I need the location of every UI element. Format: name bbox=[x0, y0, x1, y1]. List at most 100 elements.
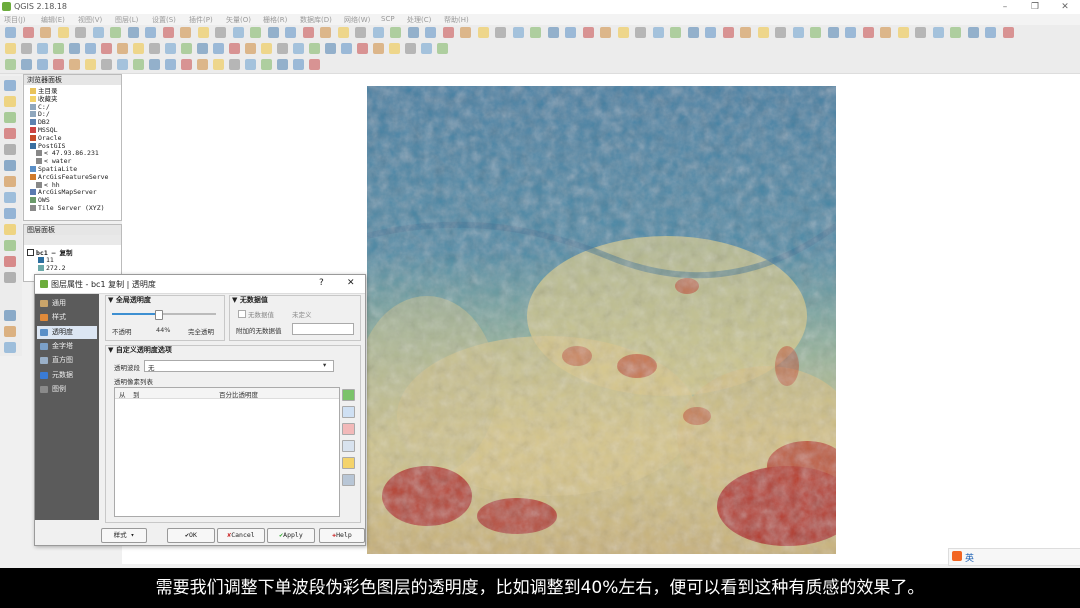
col-percent[interactable]: 百分比透明度 bbox=[219, 389, 258, 399]
toolbar-tool-icon[interactable] bbox=[425, 27, 436, 38]
toolbar-tool-icon[interactable] bbox=[950, 27, 961, 38]
import-file-icon[interactable] bbox=[342, 457, 355, 469]
toolbar-tool-icon[interactable] bbox=[165, 59, 176, 70]
toolbar-tool-icon[interactable] bbox=[117, 43, 128, 54]
toolbar-tool-icon[interactable] bbox=[277, 59, 288, 70]
add-layer-tool-icon[interactable] bbox=[4, 160, 16, 171]
toolbar-tool-icon[interactable] bbox=[69, 59, 80, 70]
toolbar-tool-icon[interactable] bbox=[197, 43, 208, 54]
toolbar-tool-icon[interactable] bbox=[5, 43, 16, 54]
add-layer-tool-icon[interactable] bbox=[4, 256, 16, 267]
cancel-button[interactable]: ✘Cancel bbox=[217, 528, 265, 543]
extra-nodata-input[interactable] bbox=[292, 323, 354, 335]
toolbar-tool-icon[interactable] bbox=[932, 27, 944, 38]
toolbar-tool-icon[interactable] bbox=[285, 27, 296, 38]
toolbar-tool-icon[interactable] bbox=[293, 43, 304, 54]
toolbar-tool-icon[interactable] bbox=[530, 27, 541, 38]
nodata-checkbox[interactable] bbox=[238, 310, 246, 318]
toolbar-tool-icon[interactable] bbox=[293, 59, 304, 70]
toolbar-tool-icon[interactable] bbox=[897, 27, 909, 38]
toolbar-tool-icon[interactable] bbox=[985, 27, 996, 38]
toolbar-tool-icon[interactable] bbox=[197, 27, 209, 38]
help-icon[interactable]: ? bbox=[319, 278, 324, 288]
toolbar-tool-icon[interactable] bbox=[5, 59, 16, 70]
add-value-icon[interactable] bbox=[342, 389, 355, 401]
toolbar-tool-icon[interactable] bbox=[229, 43, 240, 54]
add-layer-tool-icon[interactable] bbox=[4, 310, 16, 321]
menu-item[interactable]: 矢量(O) bbox=[226, 15, 251, 25]
toolbar-tool-icon[interactable] bbox=[460, 27, 471, 38]
toolbar-tool-icon[interactable] bbox=[373, 43, 384, 54]
close-icon[interactable]: ✕ bbox=[347, 278, 355, 288]
add-layer-tool-icon[interactable] bbox=[4, 96, 16, 107]
toolbar-tool-icon[interactable] bbox=[827, 27, 839, 38]
toolbar-tool-icon[interactable] bbox=[267, 27, 279, 38]
default-values-icon[interactable] bbox=[342, 440, 355, 452]
toolbar-tool-icon[interactable] bbox=[565, 27, 576, 38]
col-from[interactable]: 从 bbox=[119, 389, 126, 399]
toolbar-tool-icon[interactable] bbox=[512, 27, 524, 38]
toolbar-tool-icon[interactable] bbox=[722, 27, 734, 38]
toolbar-tool-icon[interactable] bbox=[180, 27, 191, 38]
transparent-pixel-table[interactable]: 从 到 百分比透明度 bbox=[114, 387, 340, 517]
toolbar-tool-icon[interactable] bbox=[110, 27, 121, 38]
browser-item[interactable]: ArcGisFeatureServe bbox=[30, 173, 108, 181]
toolbar-tool-icon[interactable] bbox=[617, 27, 629, 38]
help-button[interactable]: ✚Help bbox=[319, 528, 365, 543]
menu-item[interactable]: 数据库(D) bbox=[300, 15, 332, 25]
toolbar-tool-icon[interactable] bbox=[101, 43, 112, 54]
add-layer-tool-icon[interactable] bbox=[4, 128, 16, 139]
menu-item[interactable]: 图层(L) bbox=[115, 15, 138, 25]
toolbar-tool-icon[interactable] bbox=[40, 27, 51, 38]
toolbar-tool-icon[interactable] bbox=[390, 27, 401, 38]
remove-value-icon[interactable] bbox=[342, 423, 355, 435]
toolbar-tool-icon[interactable] bbox=[133, 59, 144, 70]
menu-item[interactable]: SCP bbox=[381, 15, 395, 23]
toolbar-tool-icon[interactable] bbox=[437, 43, 448, 54]
toolbar-tool-icon[interactable] bbox=[407, 27, 419, 38]
toolbar-tool-icon[interactable] bbox=[337, 27, 349, 38]
menu-item[interactable]: 栅格(R) bbox=[263, 15, 287, 25]
toolbar-tool-icon[interactable] bbox=[740, 27, 751, 38]
toolbar-tool-icon[interactable] bbox=[670, 27, 681, 38]
sidebar-item[interactable]: 透明度 bbox=[37, 325, 97, 339]
toolbar-tool-icon[interactable] bbox=[355, 27, 366, 38]
toolbar-tool-icon[interactable] bbox=[635, 27, 646, 38]
toolbar-tool-icon[interactable] bbox=[302, 27, 314, 38]
toolbar-tool-icon[interactable] bbox=[75, 27, 86, 38]
toolbar-tool-icon[interactable] bbox=[37, 43, 48, 54]
menu-item[interactable]: 网络(W) bbox=[344, 15, 370, 25]
toolbar-tool-icon[interactable] bbox=[442, 27, 454, 38]
toolbar-tool-icon[interactable] bbox=[967, 27, 979, 38]
add-layer-tool-icon[interactable] bbox=[4, 342, 16, 353]
toolbar-tool-icon[interactable] bbox=[53, 43, 64, 54]
toolbar-tool-icon[interactable] bbox=[547, 27, 559, 38]
toolbar-tool-icon[interactable] bbox=[181, 59, 192, 70]
toolbar-tool-icon[interactable] bbox=[775, 27, 786, 38]
toolbar-tool-icon[interactable] bbox=[149, 59, 160, 70]
dem-raster-map[interactable] bbox=[367, 86, 836, 554]
col-to[interactable]: 到 bbox=[133, 389, 140, 399]
toolbar-tool-icon[interactable] bbox=[652, 27, 664, 38]
toolbar-tool-icon[interactable] bbox=[213, 43, 224, 54]
browser-item[interactable]: Tile Server (XYZ) bbox=[30, 205, 105, 212]
toolbar-tool-icon[interactable] bbox=[127, 27, 139, 38]
toolbar-tool-icon[interactable] bbox=[57, 27, 69, 38]
add-layer-tool-icon[interactable] bbox=[4, 176, 16, 187]
toolbar-tool-icon[interactable] bbox=[792, 27, 804, 38]
toolbar-tool-icon[interactable] bbox=[705, 27, 716, 38]
ime-toolbar[interactable]: 英 bbox=[948, 548, 1080, 566]
toolbar-tool-icon[interactable] bbox=[162, 27, 174, 38]
menu-item[interactable]: 视图(V) bbox=[78, 15, 102, 25]
toolbar-tool-icon[interactable] bbox=[229, 59, 240, 70]
toolbar-tool-icon[interactable] bbox=[372, 27, 384, 38]
toolbar-tool-icon[interactable] bbox=[309, 43, 320, 54]
toolbar-tool-icon[interactable] bbox=[880, 27, 891, 38]
toolbar-tool-icon[interactable] bbox=[477, 27, 489, 38]
add-layer-tool-icon[interactable] bbox=[4, 224, 16, 235]
toolbar-tool-icon[interactable] bbox=[600, 27, 611, 38]
add-layer-tool-icon[interactable] bbox=[4, 326, 16, 337]
add-layer-tool-icon[interactable] bbox=[4, 272, 16, 283]
toolbar-tool-icon[interactable] bbox=[213, 59, 224, 70]
apply-button[interactable]: ✔Apply bbox=[267, 528, 315, 543]
